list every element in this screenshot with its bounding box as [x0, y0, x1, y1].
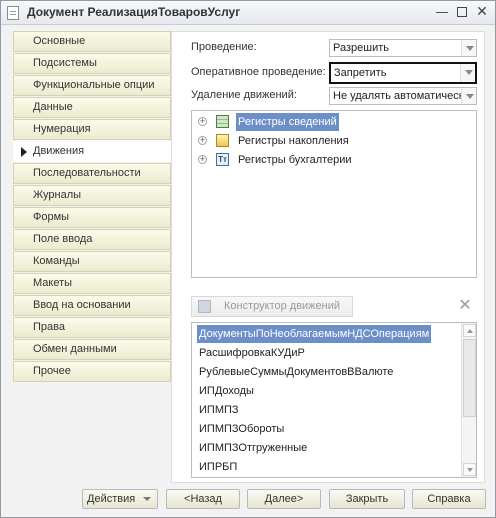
- tree-node-label: Регистры сведений: [236, 113, 339, 131]
- expand-icon[interactable]: +: [198, 117, 207, 126]
- actions-label: Действия: [87, 493, 136, 505]
- expand-icon[interactable]: +: [198, 155, 207, 164]
- nav-item-journals[interactable]: Журналы: [13, 185, 171, 206]
- movements-constructor-button[interactable]: Конструктор движений: [191, 296, 353, 317]
- nav-item-input-field[interactable]: Поле ввода: [13, 229, 171, 250]
- tree-node-label: Регистры бухгалтерии: [238, 154, 352, 166]
- remove-icon[interactable]: ✕: [458, 297, 472, 313]
- list-item[interactable]: ИПМПЗОтгруженные: [197, 439, 309, 457]
- list-item[interactable]: ИПДоходы: [197, 382, 256, 400]
- nav-item-label: Поле ввода: [33, 233, 93, 245]
- delete-movements-value: Не удалять автоматически: [333, 90, 470, 102]
- nav-item-commands[interactable]: Команды: [13, 251, 171, 272]
- nav-item-data-exchange[interactable]: Обмен данными: [13, 339, 171, 360]
- posting-value: Разрешить: [333, 42, 389, 54]
- back-button[interactable]: <Назад: [166, 489, 240, 509]
- registers-tree[interactable]: + Регистры сведений + Регистры накоплени…: [191, 110, 477, 278]
- chevron-down-icon[interactable]: [461, 40, 476, 56]
- tree-node-label: Регистры накопления: [238, 135, 349, 147]
- constructor-icon: [198, 300, 211, 313]
- list-item[interactable]: РублевыеСуммыДокументовВВалюте: [197, 363, 395, 381]
- document-properties-window: Документ РеализацияТоваровУслуг — ✕ Осно…: [0, 0, 496, 518]
- accumulation-register-icon: [216, 134, 229, 147]
- nav-item-label: Ввод на основании: [33, 299, 131, 311]
- nav-item-label: Подсистемы: [33, 57, 97, 69]
- chevron-down-icon[interactable]: [461, 88, 476, 104]
- list-item[interactable]: РасшифровкаКУДиР: [197, 344, 307, 362]
- realtime-posting-value: Запретить: [334, 67, 387, 79]
- window-title: Документ РеализацияТоваровУслуг: [27, 5, 241, 19]
- maximize-icon[interactable]: [453, 4, 471, 21]
- list-item[interactable]: ИПРБП: [197, 458, 239, 476]
- next-button[interactable]: Далее>: [247, 489, 321, 509]
- scroll-down-icon[interactable]: [463, 463, 476, 476]
- properties-nav: Основные Подсистемы Функциональные опции…: [13, 31, 183, 383]
- nav-item-label: Права: [33, 321, 65, 333]
- list-item[interactable]: ИПМПЗ: [197, 401, 241, 419]
- nav-item-label: Данные: [33, 101, 73, 113]
- minimize-icon[interactable]: —: [433, 4, 451, 21]
- nav-item-input-by-basis[interactable]: Ввод на основании: [13, 295, 171, 316]
- list-item[interactable]: ИПМПЗОбороты: [197, 420, 286, 438]
- title-bar[interactable]: Документ РеализацияТоваровУслуг — ✕: [1, 1, 495, 25]
- tree-node[interactable]: + Тт Регистры бухгалтерии: [198, 151, 468, 169]
- list-item[interactable]: ДокументыПоНеоблагаемымНДСОперациям: [197, 325, 432, 343]
- nav-item-label: Прочее: [33, 365, 71, 377]
- nav-item-label: Макеты: [33, 277, 73, 289]
- nav-item-label: Последовательности: [33, 167, 141, 179]
- nav-item-basic[interactable]: Основные: [13, 31, 171, 52]
- constructor-label: Конструктор движений: [224, 300, 341, 312]
- help-button[interactable]: Справка: [412, 489, 486, 509]
- accounting-register-icon: Тт: [216, 153, 229, 166]
- scroll-up-icon[interactable]: [463, 324, 476, 337]
- realtime-posting-label: Оперативное проведение:: [191, 66, 326, 78]
- nav-item-label: Команды: [33, 255, 80, 267]
- document-icon: [7, 6, 19, 20]
- delete-movements-select[interactable]: Не удалять автоматически: [329, 87, 477, 105]
- nav-item-forms[interactable]: Формы: [13, 207, 171, 228]
- nav-item-label: Движения: [33, 145, 85, 157]
- nav-item-other[interactable]: Прочее: [13, 361, 171, 382]
- nav-item-subsystems[interactable]: Подсистемы: [13, 53, 171, 74]
- realtime-posting-select[interactable]: Запретить: [329, 62, 477, 84]
- nav-item-sequences[interactable]: Последовательности: [13, 163, 171, 184]
- nav-item-templates[interactable]: Макеты: [13, 273, 171, 294]
- nav-item-label: Функциональные опции: [33, 79, 155, 91]
- list-scrollbar[interactable]: [461, 323, 476, 477]
- posting-label: Проведение:: [191, 41, 257, 53]
- nav-item-data[interactable]: Данные: [13, 97, 171, 118]
- nav-item-label: Обмен данными: [33, 343, 117, 355]
- delete-movements-label: Удаление движений:: [191, 89, 297, 101]
- info-register-icon: [216, 115, 229, 128]
- tree-node[interactable]: + Регистры сведений: [198, 113, 468, 131]
- chevron-down-icon: [143, 497, 151, 501]
- movements-panel: Проведение: Разрешить Оперативное провед…: [171, 31, 485, 483]
- expand-icon[interactable]: +: [198, 136, 207, 145]
- actions-button[interactable]: Действия: [82, 489, 158, 509]
- scroll-thumb[interactable]: [463, 339, 476, 417]
- nav-item-movements[interactable]: Движения: [13, 141, 183, 162]
- documents-list[interactable]: ДокументыПоНеоблагаемымНДСОперациям Расш…: [191, 322, 477, 478]
- tree-node[interactable]: + Регистры накопления: [198, 132, 468, 150]
- nav-item-functional-options[interactable]: Функциональные опции: [13, 75, 171, 96]
- nav-item-label: Журналы: [33, 189, 82, 201]
- close-icon[interactable]: ✕: [473, 4, 491, 21]
- current-tab-arrow-icon: [21, 147, 27, 157]
- posting-select[interactable]: Разрешить: [329, 39, 477, 57]
- nav-item-label: Основные: [33, 35, 86, 47]
- nav-item-label: Нумерация: [33, 123, 91, 135]
- chevron-down-icon[interactable]: [460, 64, 475, 82]
- close-button[interactable]: Закрыть: [329, 489, 405, 509]
- nav-item-numbering[interactable]: Нумерация: [13, 119, 171, 140]
- nav-item-rights[interactable]: Права: [13, 317, 171, 338]
- nav-item-label: Формы: [33, 211, 70, 223]
